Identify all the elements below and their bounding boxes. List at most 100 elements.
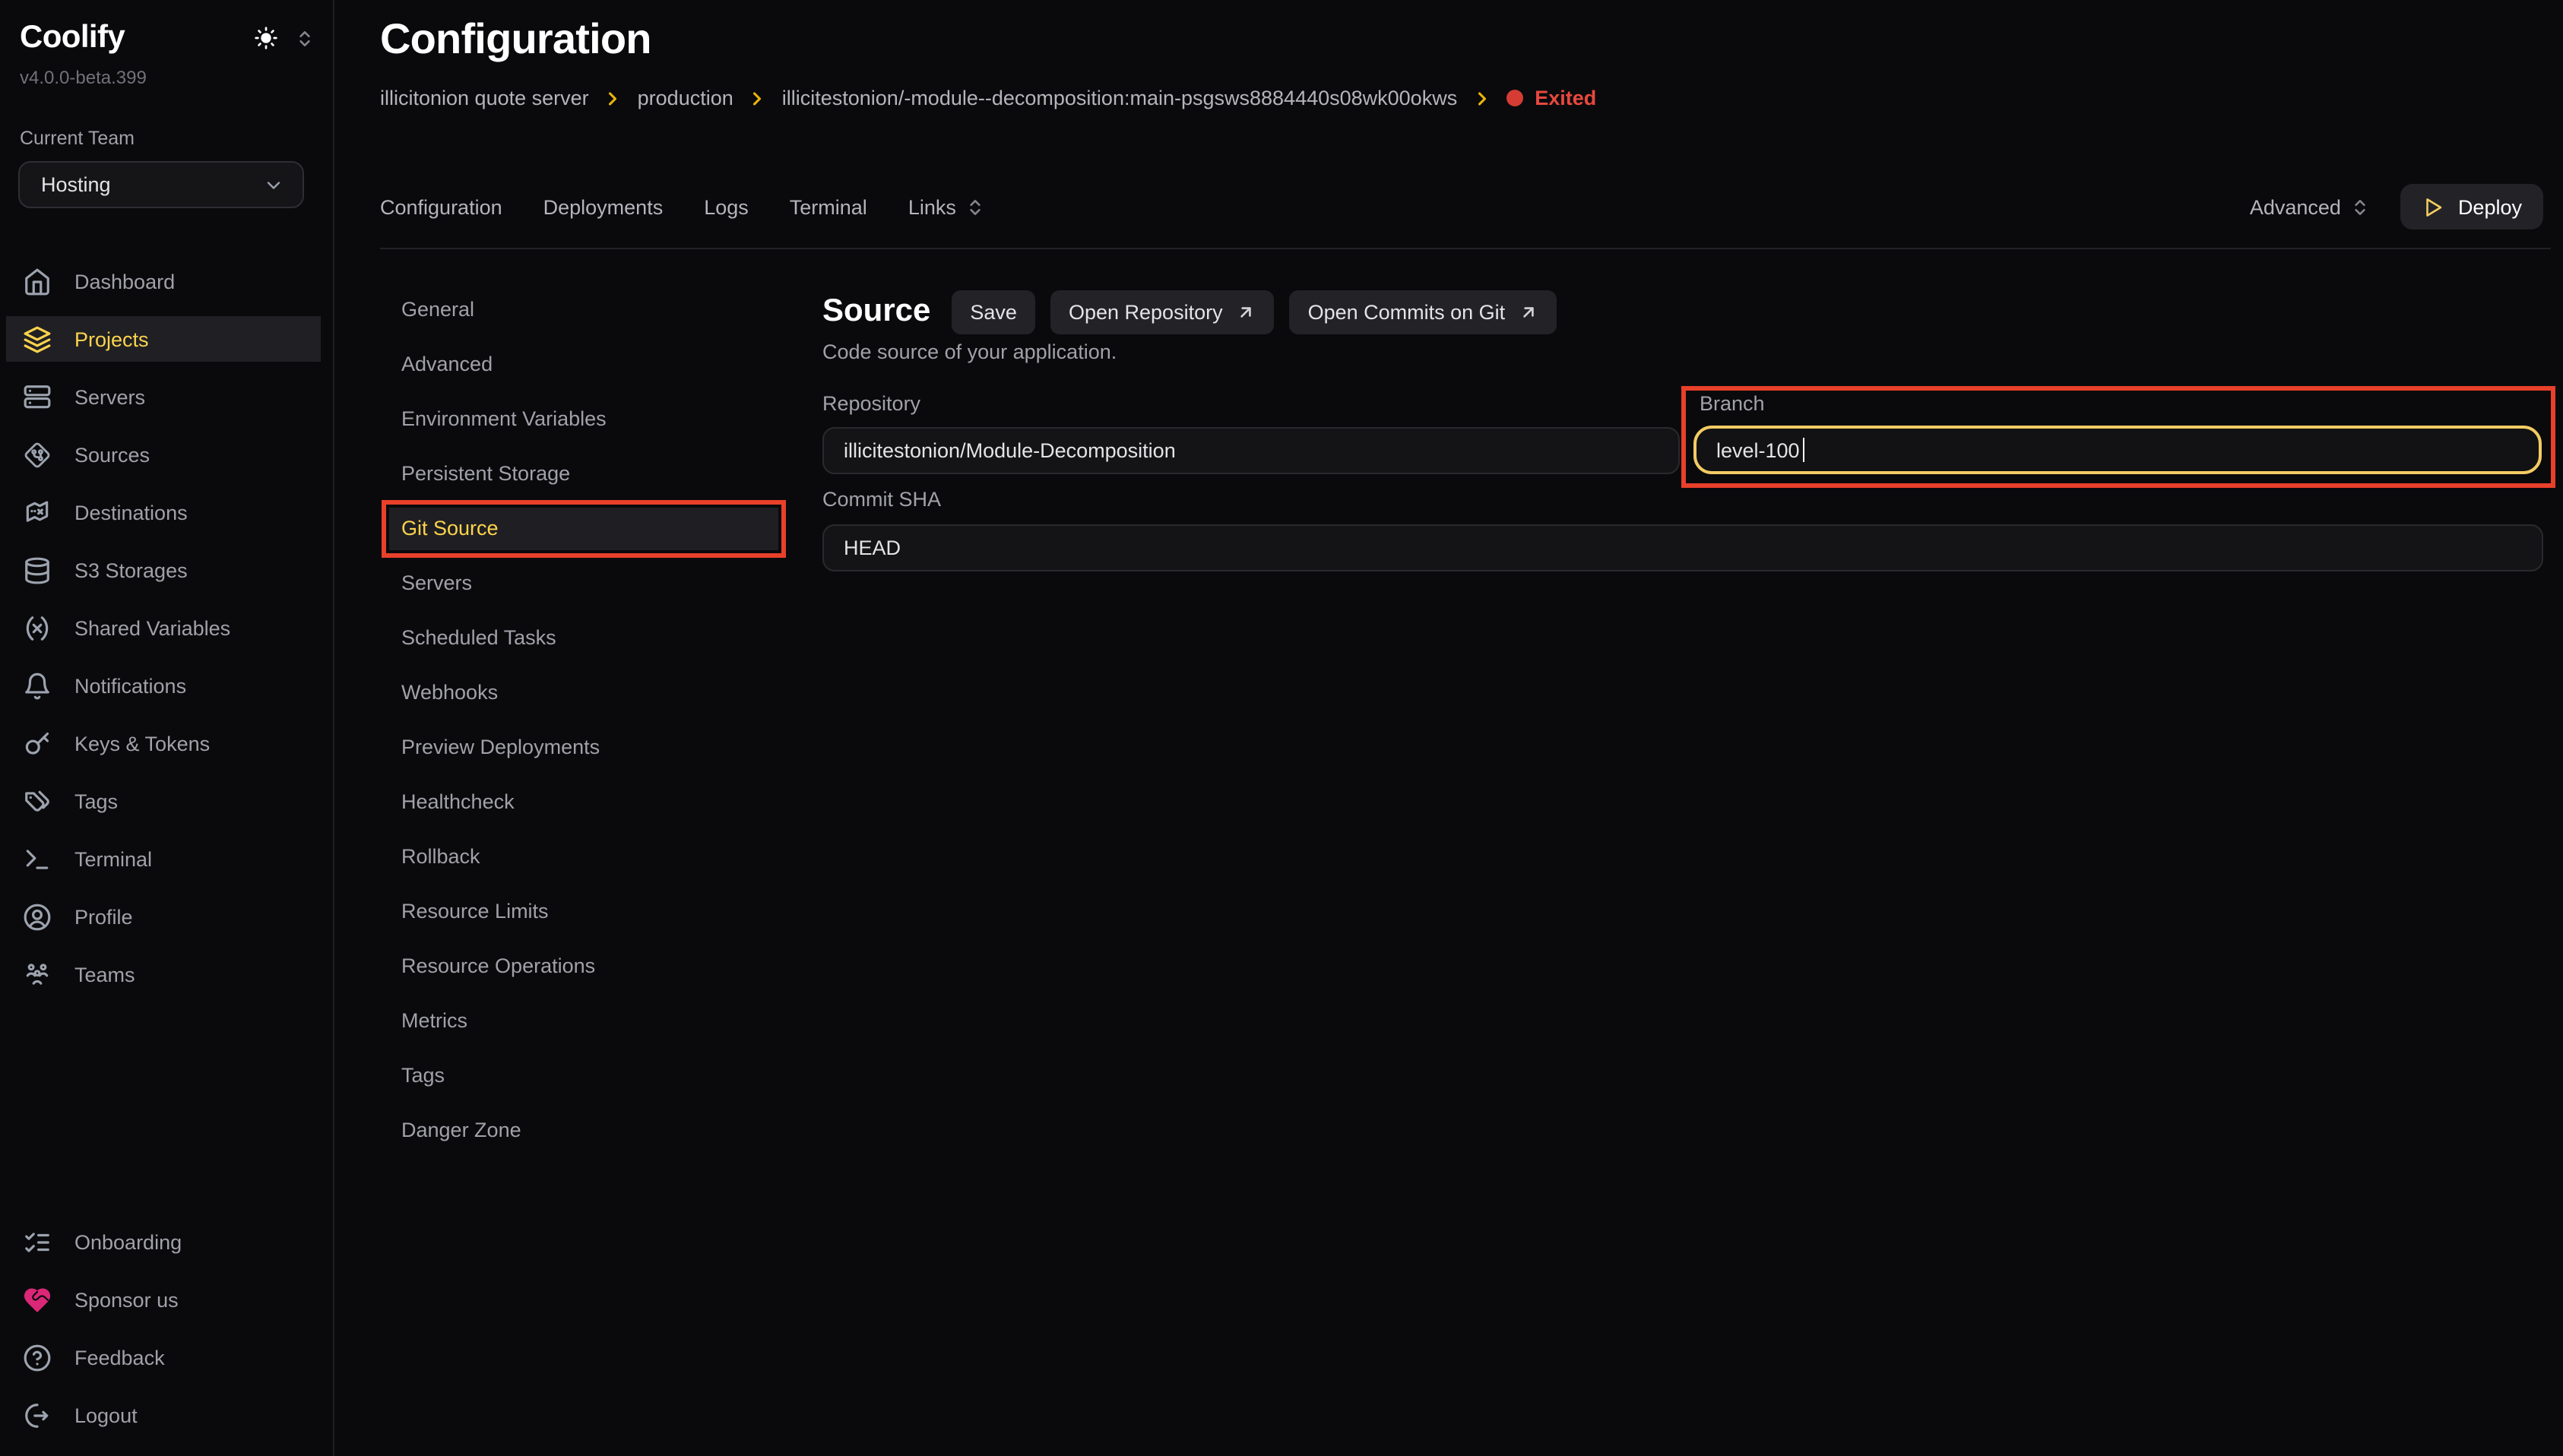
sidebar-item-profile[interactable]: Profile	[6, 894, 321, 939]
key-icon	[23, 729, 52, 758]
bell-icon	[23, 671, 52, 700]
arrow-up-right-icon	[1519, 302, 1538, 321]
chevron-right-icon	[603, 87, 624, 109]
sidebar-nav: Dashboard Projects Servers Sources Desti…	[0, 258, 333, 1009]
sidebar-item-label: Tags	[74, 790, 118, 812]
sidebar-item-label: Destinations	[74, 501, 188, 524]
subnav-item-healthcheck[interactable]: Healthcheck	[389, 781, 778, 824]
tab-links[interactable]: Links	[908, 195, 985, 218]
subnav-item-scheduled-tasks[interactable]: Scheduled Tasks	[389, 617, 778, 660]
user-circle-icon	[23, 902, 52, 931]
subnav-item-resource-operations[interactable]: Resource Operations	[389, 945, 778, 988]
sidebar-item-onboarding[interactable]: Onboarding	[6, 1219, 321, 1265]
source-description: Code source of your application.	[822, 340, 1117, 363]
sidebar-item-s3-storages[interactable]: S3 Storages	[6, 547, 321, 593]
sidebar-item-sponsor-us[interactable]: Sponsor us	[6, 1277, 321, 1322]
chevron-down-icon	[263, 174, 284, 195]
source-header-row: Source Save Open Repository Open Commits…	[822, 289, 1557, 334]
sidebar-item-servers[interactable]: Servers	[6, 374, 321, 419]
subnav-item-rollback[interactable]: Rollback	[389, 836, 778, 878]
repository-label: Repository	[822, 392, 920, 415]
chevrons-up-down-icon	[2350, 197, 2370, 217]
sidebar-item-label: Dashboard	[74, 270, 175, 293]
sidebar-item-label: Projects	[74, 328, 149, 350]
open-repository-button[interactable]: Open Repository	[1050, 290, 1275, 334]
sidebar-item-keys-tokens[interactable]: Keys & Tokens	[6, 720, 321, 766]
repository-input[interactable]: illicitestonion/Module-Decomposition	[822, 427, 1680, 474]
status-label: Exited	[1535, 87, 1596, 109]
sidebar-item-feedback[interactable]: Feedback	[6, 1334, 321, 1380]
arrow-up-right-icon	[1237, 302, 1256, 321]
deploy-button[interactable]: Deploy	[2400, 184, 2543, 229]
sidebar-item-label: Feedback	[74, 1346, 165, 1369]
sidebar-item-label: Shared Variables	[74, 616, 230, 639]
commit-sha-value: HEAD	[844, 537, 901, 559]
subnav-item-environment-variables[interactable]: Environment Variables	[389, 398, 778, 441]
subnav-item-general[interactable]: General	[389, 289, 778, 331]
logout-icon	[23, 1401, 52, 1429]
layers-icon	[23, 324, 52, 353]
status-badge: Exited	[1506, 87, 1596, 109]
current-team-label: Current Team	[20, 128, 135, 149]
sidebar-item-dashboard[interactable]: Dashboard	[6, 258, 321, 304]
breadcrumb-application[interactable]: illicitestonion/-module--decomposition:m…	[782, 87, 1457, 109]
team-select[interactable]: Hosting	[18, 161, 304, 208]
sidebar-item-label: Onboarding	[74, 1230, 182, 1253]
sidebar-item-notifications[interactable]: Notifications	[6, 663, 321, 708]
status-dot-icon	[1506, 90, 1522, 106]
breadcrumb: illicitonion quote server production ill…	[380, 87, 1596, 109]
tab-configuration[interactable]: Configuration	[380, 195, 502, 218]
open-commits-button[interactable]: Open Commits on Git	[1290, 290, 1557, 334]
tabs-row: Configuration Deployments Logs Terminal …	[380, 182, 2543, 231]
advanced-menu[interactable]: Advanced	[2250, 195, 2370, 218]
subnav-item-persistent-storage[interactable]: Persistent Storage	[389, 453, 778, 495]
breadcrumb-project[interactable]: illicitonion quote server	[380, 87, 589, 109]
logo-row: Coolify	[20, 15, 315, 61]
subnav-item-resource-limits[interactable]: Resource Limits	[389, 891, 778, 933]
sidebar-item-shared-variables[interactable]: Shared Variables	[6, 605, 321, 650]
tabs-divider	[380, 248, 2551, 249]
tab-logs[interactable]: Logs	[704, 195, 749, 218]
save-button[interactable]: Save	[952, 290, 1035, 334]
tags-icon	[23, 787, 52, 815]
sidebar-item-destinations[interactable]: Destinations	[6, 489, 321, 535]
sidebar-item-sources[interactable]: Sources	[6, 432, 321, 477]
sidebar-item-label: Servers	[74, 385, 145, 408]
sidebar-item-teams[interactable]: Teams	[6, 951, 321, 997]
sidebar-item-terminal[interactable]: Terminal	[6, 836, 321, 882]
breadcrumb-environment[interactable]: production	[638, 87, 733, 109]
commit-sha-input[interactable]: HEAD	[822, 524, 2543, 571]
subnav-item-metrics[interactable]: Metrics	[389, 1000, 778, 1043]
sidebar-item-logout[interactable]: Logout	[6, 1392, 321, 1438]
help-circle-icon	[23, 1343, 52, 1372]
text-cursor	[1803, 438, 1805, 462]
chevron-right-icon	[1471, 87, 1492, 109]
subnav-item-preview-deployments[interactable]: Preview Deployments	[389, 726, 778, 769]
sidebar-collapse-chevrons-icon[interactable]	[295, 28, 315, 48]
chevron-right-icon	[747, 87, 768, 109]
subnav-item-danger-zone[interactable]: Danger Zone	[389, 1109, 778, 1152]
branch-input[interactable]: level-100	[1693, 426, 2542, 474]
branch-label: Branch	[1700, 392, 1765, 415]
subnav-item-servers[interactable]: Servers	[389, 562, 778, 605]
database-icon	[23, 555, 52, 584]
subnav-item-tags[interactable]: Tags	[389, 1055, 778, 1097]
tabs-actions: Advanced Deploy	[2250, 184, 2543, 229]
commit-sha-label: Commit SHA	[822, 488, 941, 511]
sidebar-item-projects[interactable]: Projects	[6, 316, 321, 362]
subnav-item-advanced[interactable]: Advanced	[389, 343, 778, 386]
list-checks-icon	[23, 1227, 52, 1256]
variable-icon	[23, 613, 52, 642]
server-icon	[23, 382, 52, 411]
main-content: Configuration illicitonion quote server …	[334, 0, 2563, 1456]
map-icon	[23, 498, 52, 527]
subnav-item-webhooks[interactable]: Webhooks	[389, 672, 778, 714]
home-icon	[23, 267, 52, 296]
tab-terminal[interactable]: Terminal	[790, 195, 867, 218]
sidebar: Coolify v4.0.0-beta.399 Current Team Hos…	[0, 0, 334, 1456]
theme-toggle-sun-icon[interactable]	[254, 26, 278, 50]
tab-deployments[interactable]: Deployments	[543, 195, 664, 218]
subnav-item-git-source[interactable]: Git Source	[389, 508, 778, 550]
users-icon	[23, 960, 52, 989]
sidebar-item-tags[interactable]: Tags	[6, 778, 321, 824]
